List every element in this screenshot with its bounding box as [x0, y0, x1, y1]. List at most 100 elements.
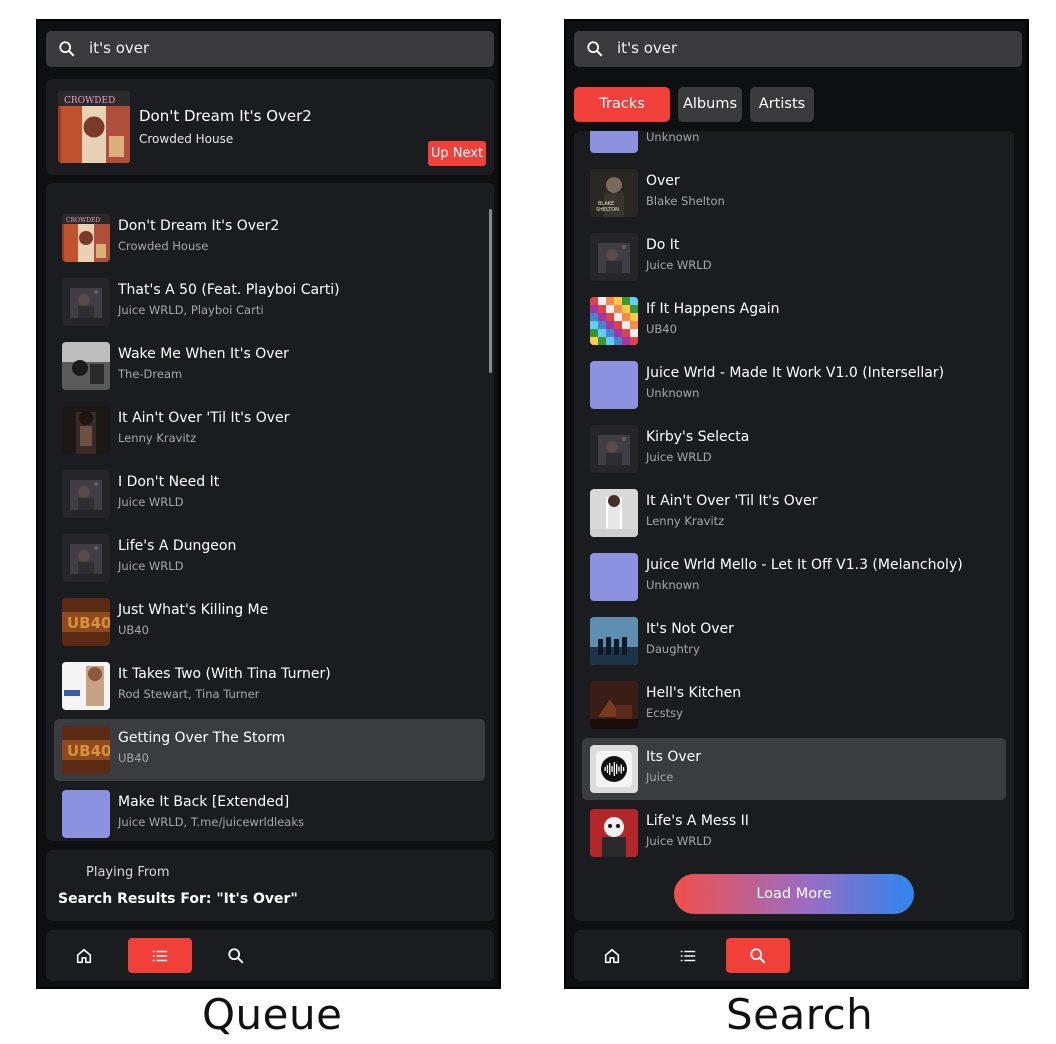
track-row[interactable]: Make It Back [Extended] Juice WRLD, T.me/…: [54, 783, 485, 841]
track-row[interactable]: UB40 Getting Over The Storm UB40: [54, 719, 485, 781]
track-title: Getting Over The Storm: [118, 730, 286, 746]
album-art: [62, 406, 110, 454]
nav-queue[interactable]: [128, 938, 192, 973]
track-title: Do It: [646, 237, 680, 253]
playing-from-label: Playing From: [86, 865, 170, 880]
track-row[interactable]: Kirby's Selecta Juice WRLD: [582, 418, 1006, 480]
search-bar[interactable]: it's over: [574, 31, 1022, 67]
track-row[interactable]: Juice Wrld Mello - Let It Off V1.3 (Mela…: [582, 546, 1006, 608]
track-artist: Juice WRLD: [118, 495, 184, 509]
track-artist: Blake Shelton: [646, 194, 725, 208]
svg-text:UB40: UB40: [67, 742, 110, 760]
track-title: Over: [646, 173, 680, 189]
album-art: BLAKE SHELTON: [590, 169, 638, 217]
svg-text:UB40: UB40: [67, 614, 110, 632]
track-artist: Ecstsy: [646, 706, 683, 720]
track-title: It Ain't Over 'Til It's Over: [118, 410, 290, 426]
track-artist: Unknown: [646, 131, 700, 144]
search-query[interactable]: it's over: [617, 39, 677, 57]
queue-screen: it's over CROWDED Don't Dream It's Over2…: [36, 19, 501, 989]
track-artist: Lenny Kravitz: [646, 514, 725, 528]
now-playing-artist: Crowded House: [139, 132, 234, 146]
track-title: It Takes Two (With Tina Turner): [118, 666, 331, 682]
album-art: [590, 745, 638, 793]
track-row[interactable]: Life's A Mess II Juice WRLD: [582, 802, 1006, 864]
playing-from: Playing From Search Results For: "It's O…: [46, 850, 494, 921]
search-caption: Search: [726, 990, 874, 1039]
album-art: CROWDED: [58, 91, 130, 163]
bottom-nav: [46, 930, 494, 981]
track-title: I Don't Need It: [118, 474, 220, 490]
track-title: That's A 50 (Feat. Playboi Carti): [118, 282, 340, 298]
track-row[interactable]: Juice Wrld - Made It Work V1.0 (Intersel…: [582, 354, 1006, 416]
track-row[interactable]: Wake Me When It's Over The-Dream: [54, 335, 485, 397]
nav-search[interactable]: [204, 938, 268, 973]
now-playing-card[interactable]: CROWDED Don't Dream It's Over2 Crowded H…: [46, 79, 494, 175]
scrollbar[interactable]: [489, 209, 492, 373]
track-row[interactable]: Unknown: [582, 131, 1006, 160]
home-icon: [604, 948, 620, 964]
track-title: Life's A Dungeon: [118, 538, 237, 554]
tab-albums[interactable]: Albums: [678, 87, 742, 122]
nav-home[interactable]: [580, 938, 644, 973]
album-art: [590, 297, 638, 345]
track-row[interactable]: UB40 Just What's Killing Me UB40: [54, 591, 485, 653]
nav-search[interactable]: [726, 938, 790, 973]
track-artist: Juice: [646, 770, 674, 784]
track-row[interactable]: It Ain't Over 'Til It's Over Lenny Kravit…: [582, 482, 1006, 544]
album-art: [590, 489, 638, 537]
track-row[interactable]: That's A 50 (Feat. Playboi Carti) Juice W…: [54, 271, 485, 333]
track-row[interactable]: Do It Juice WRLD: [582, 226, 1006, 288]
track-title: Don't Dream It's Over2: [118, 218, 280, 234]
album-art: [590, 233, 638, 281]
search-screen: it's over Tracks Albums Artists Load Mor…: [564, 19, 1029, 989]
album-art: UB40: [62, 726, 110, 774]
queue-list[interactable]: CROWDED Don't Dream It's Over2 Crowded Hou…: [46, 183, 494, 841]
search-bar[interactable]: it's over: [46, 31, 494, 67]
track-row[interactable]: Life's A Dungeon Juice WRLD: [54, 527, 485, 589]
track-row[interactable]: It Takes Two (With Tina Turner) Rod Stewa…: [54, 655, 485, 717]
track-title: It's Not Over: [646, 621, 734, 637]
search-icon: [587, 41, 603, 57]
bottom-nav: [574, 930, 1022, 981]
album-art: [590, 681, 638, 729]
album-art: [62, 470, 110, 518]
track-row[interactable]: CROWDED Don't Dream It's Over2 Crowded Hou…: [54, 207, 485, 269]
track-row[interactable]: It's Not Over Daughtry: [582, 610, 1006, 672]
track-artist: Juice WRLD, Playboi Carti: [118, 303, 264, 317]
home-icon: [76, 948, 92, 964]
track-artist: Juice WRLD: [646, 834, 712, 848]
track-row[interactable]: Its Over Juice: [582, 738, 1006, 800]
track-artist: The-Dream: [118, 367, 183, 381]
tab-artists[interactable]: Artists: [750, 87, 814, 122]
track-row[interactable]: If It Happens Again UB40: [582, 290, 1006, 352]
album-art: UB40: [62, 598, 110, 646]
album-art: [590, 617, 638, 665]
track-row[interactable]: I Don't Need It Juice WRLD: [54, 463, 485, 525]
nav-queue[interactable]: [656, 938, 720, 973]
track-title: Hell's Kitchen: [646, 685, 742, 701]
queue-caption: Queue: [202, 990, 343, 1039]
track-artist: UB40: [118, 751, 149, 765]
load-more-button[interactable]: Load More: [674, 874, 914, 914]
track-title: Wake Me When It's Over: [118, 346, 289, 362]
search-query[interactable]: it's over: [89, 39, 149, 57]
track-artist: Juice WRLD: [646, 258, 712, 272]
track-row[interactable]: It Ain't Over 'Til It's Over Lenny Kravit…: [54, 399, 485, 461]
track-title: Kirby's Selecta: [646, 429, 750, 445]
track-title: Juice Wrld Mello - Let It Off V1.3 (Mela…: [646, 557, 963, 573]
track-row[interactable]: BLAKE SHELTON Over Blake Shelton: [582, 162, 1006, 224]
search-icon: [750, 948, 766, 964]
album-art: [590, 553, 638, 601]
track-artist: Unknown: [646, 578, 700, 592]
svg-text:CROWDED: CROWDED: [64, 96, 115, 106]
album-art: [62, 790, 110, 838]
list-icon: [680, 950, 696, 962]
track-row[interactable]: Hell's Kitchen Ecstsy: [582, 674, 1006, 736]
now-playing-title: Don't Dream It's Over2: [139, 107, 312, 125]
tab-tracks[interactable]: Tracks: [574, 87, 670, 122]
up-next-button[interactable]: Up Next: [428, 141, 486, 166]
track-title: Just What's Killing Me: [118, 602, 269, 618]
search-results-list[interactable]: Load More Unknown BLAKE SHELTON Over Blake S…: [574, 131, 1014, 921]
nav-home[interactable]: [52, 938, 116, 973]
